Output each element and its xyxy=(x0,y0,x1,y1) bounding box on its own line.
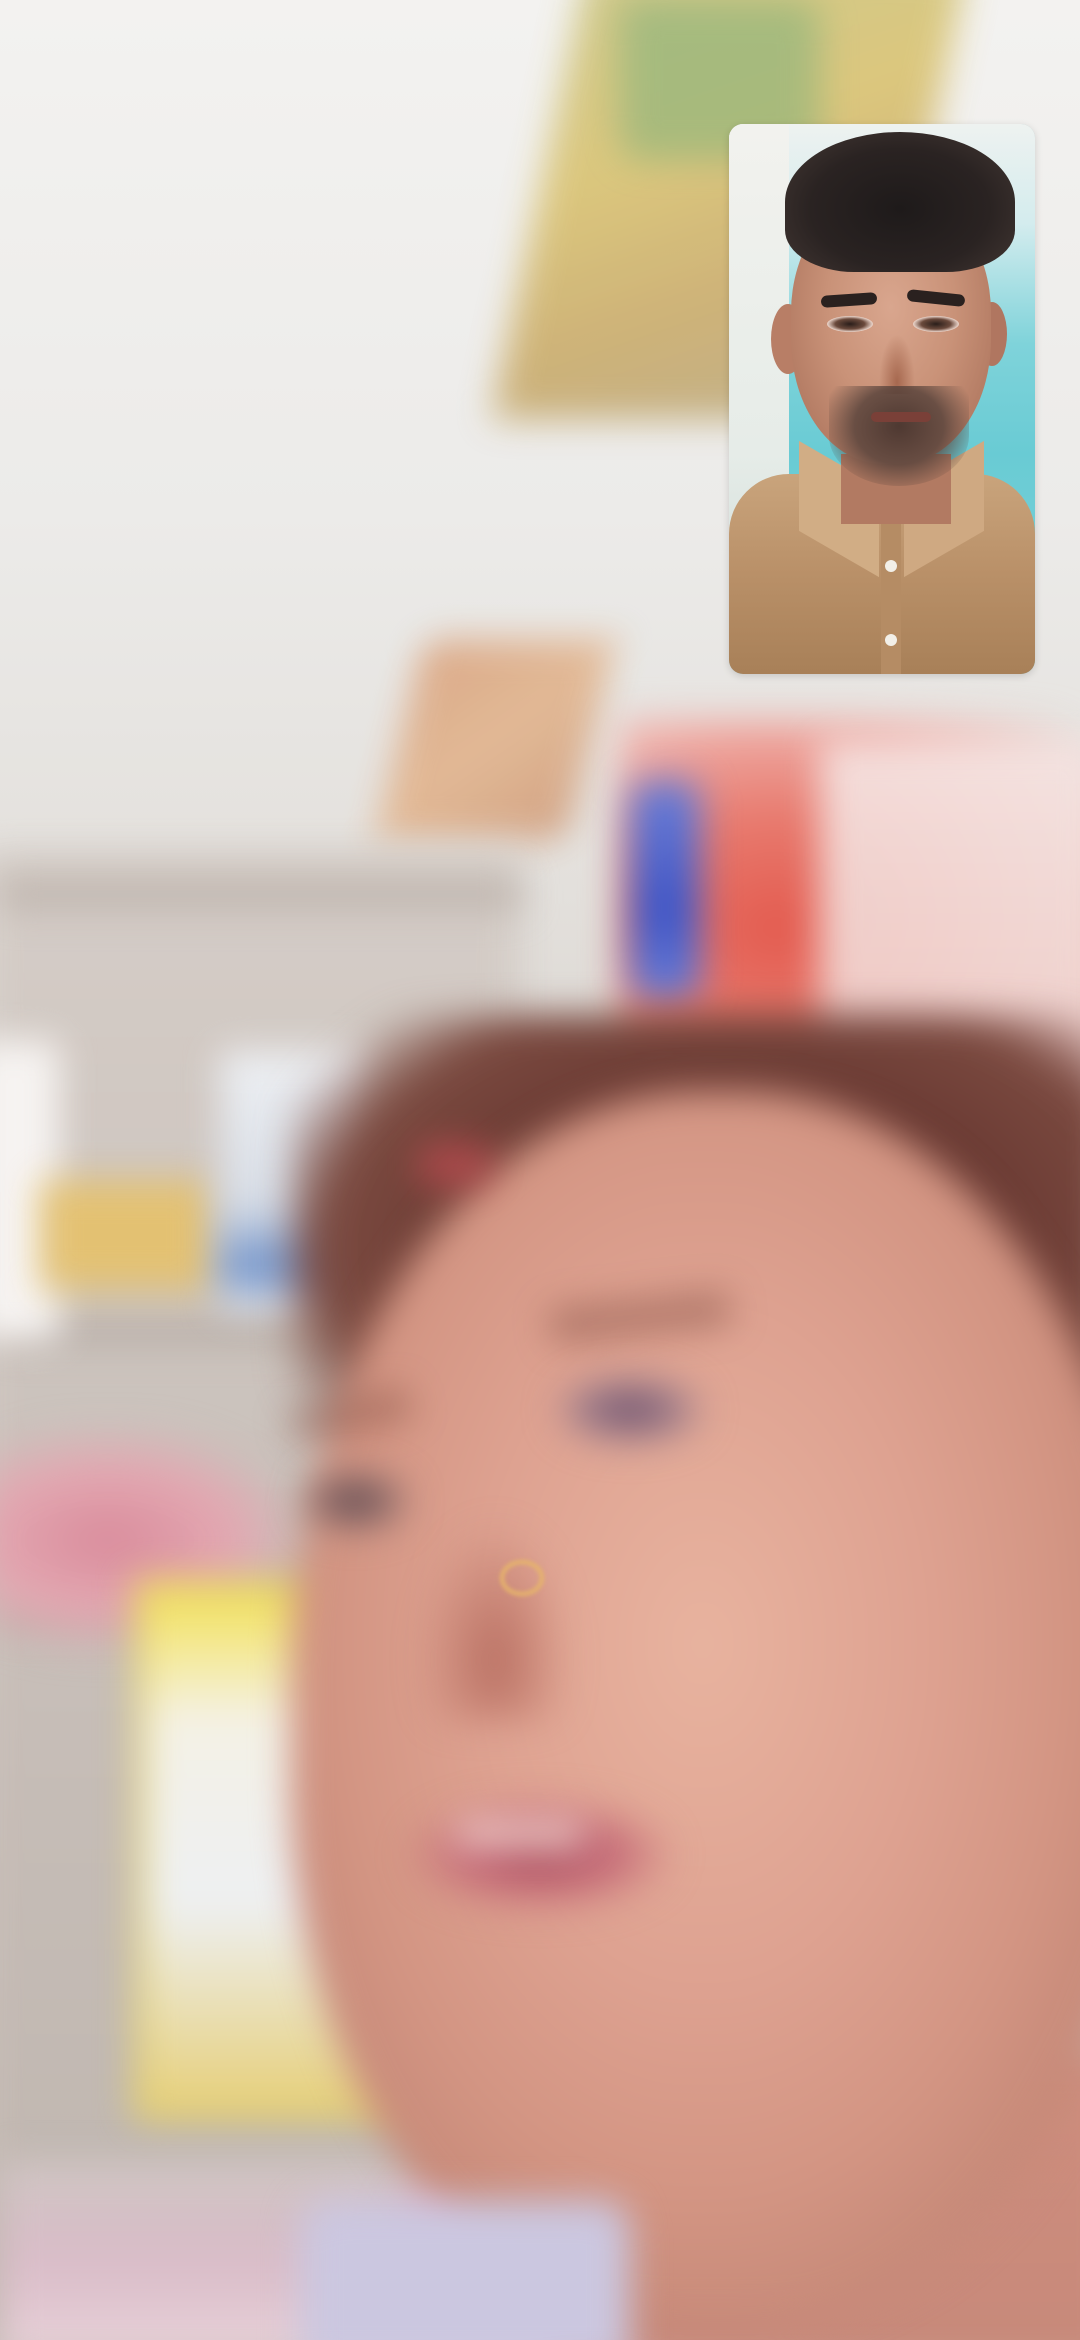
pip-person-shirt-button xyxy=(885,560,897,572)
pip-person-shirt-button xyxy=(885,634,897,646)
pip-person-beard xyxy=(829,386,969,486)
background-box xyxy=(375,640,615,840)
remote-person-bindi xyxy=(420,1145,490,1185)
remote-person-mouth xyxy=(410,1800,670,1910)
pip-person-eye xyxy=(827,316,873,332)
remote-person-shirt xyxy=(300,2200,630,2340)
pip-person-eye xyxy=(913,316,959,332)
shelf-edge xyxy=(0,880,520,908)
background-bottle xyxy=(630,780,700,1000)
background-package xyxy=(40,1180,210,1290)
remote-person-eye xyxy=(555,1375,705,1445)
pip-person-nose xyxy=(879,334,915,394)
remote-person-teeth xyxy=(455,1820,585,1846)
self-view-pip[interactable] xyxy=(729,124,1035,674)
pip-person-mouth xyxy=(871,412,931,422)
remote-person-nose-ring xyxy=(500,1560,544,1596)
pip-person-hair xyxy=(785,132,1015,272)
pip-person-placket xyxy=(881,524,901,674)
remote-person-nose xyxy=(420,1520,570,1720)
remote-person-face xyxy=(290,1090,1080,2320)
video-call-screen xyxy=(0,0,1080,2340)
remote-person-eye xyxy=(300,1470,410,1532)
